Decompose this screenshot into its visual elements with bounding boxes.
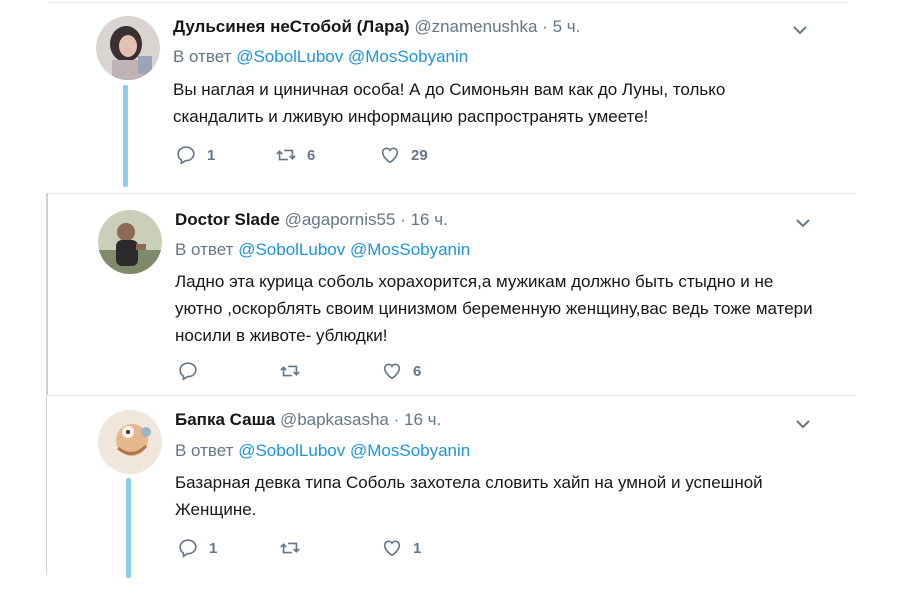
avatar[interactable] bbox=[98, 210, 162, 274]
display-name[interactable]: Doctor Slade bbox=[175, 210, 280, 229]
left-border bbox=[46, 193, 48, 395]
like-icon bbox=[383, 363, 401, 380]
retweet-icon bbox=[280, 542, 300, 554]
avatar-image bbox=[98, 210, 162, 274]
reply-context: В ответ @SobolLubov @MosSobyanin bbox=[173, 47, 468, 67]
like-count: 29 bbox=[411, 146, 428, 164]
tweet-text: Базарная девка типа Соболь захотела слов… bbox=[175, 473, 763, 519]
timestamp[interactable]: 16 ч. bbox=[404, 410, 441, 429]
tweet-header: Дульсинея неСтобой (Лара) @znamenushka ·… bbox=[173, 17, 580, 37]
retweet-count: 6 bbox=[307, 146, 316, 164]
tweet-header: Бапка Саша @bapkasasha · 16 ч. bbox=[175, 410, 441, 430]
reply-icon bbox=[179, 539, 197, 558]
like-count: 1 bbox=[413, 539, 422, 557]
avatar-image bbox=[96, 16, 160, 80]
mention-link[interactable]: @SobolLubov bbox=[236, 47, 343, 66]
like-count: 6 bbox=[413, 362, 422, 380]
handle[interactable]: @znamenushka bbox=[414, 17, 537, 36]
mention-link[interactable]: @SobolLubov bbox=[238, 441, 345, 460]
mention-link[interactable]: @MosSobyanin bbox=[350, 441, 470, 460]
retweet-icon bbox=[280, 365, 300, 377]
mention-link[interactable]: @MosSobyanin bbox=[348, 47, 468, 66]
reply-button[interactable] bbox=[177, 360, 209, 382]
like-icon bbox=[381, 147, 399, 164]
mention-link[interactable]: @SobolLubov bbox=[238, 240, 345, 259]
reply-button[interactable]: 1 bbox=[177, 537, 217, 559]
reply-button[interactable]: 1 bbox=[175, 144, 215, 166]
like-button[interactable]: 29 bbox=[379, 144, 428, 166]
tweet-header: Doctor Slade @agapornis55 · 16 ч. bbox=[175, 210, 448, 230]
display-name[interactable]: Бапка Саша bbox=[175, 410, 275, 429]
chevron-down-icon[interactable] bbox=[796, 419, 810, 429]
reply-prefix: В ответ bbox=[175, 240, 234, 259]
dot-separator: · bbox=[393, 410, 400, 429]
chevron-down-icon[interactable] bbox=[796, 218, 810, 228]
reply-context: В ответ @SobolLubov @MosSobyanin bbox=[175, 441, 470, 461]
like-button[interactable]: 6 bbox=[381, 360, 421, 382]
reply-icon bbox=[179, 362, 197, 381]
reply-prefix: В ответ bbox=[173, 47, 232, 66]
thread-line bbox=[123, 85, 128, 187]
separator-1 bbox=[48, 193, 856, 194]
handle[interactable]: @agapornis55 bbox=[285, 210, 396, 229]
like-button[interactable]: 1 bbox=[381, 537, 421, 559]
reply-count: 1 bbox=[209, 539, 218, 557]
separator-2 bbox=[48, 395, 856, 396]
left-border-bottom bbox=[46, 395, 47, 575]
retweet-icon bbox=[276, 149, 296, 161]
avatar-image bbox=[98, 410, 162, 474]
reply-prefix: В ответ bbox=[175, 441, 234, 460]
display-name[interactable]: Дульсинея неСтобой (Лара) bbox=[173, 17, 410, 36]
reply-count: 1 bbox=[207, 146, 216, 164]
handle[interactable]: @bapkasasha bbox=[280, 410, 389, 429]
avatar[interactable] bbox=[98, 410, 162, 474]
retweet-button[interactable] bbox=[279, 360, 311, 382]
dot-separator: · bbox=[542, 17, 548, 36]
avatar[interactable] bbox=[96, 16, 160, 80]
mention-link[interactable]: @MosSobyanin bbox=[350, 240, 470, 259]
like-icon bbox=[383, 540, 401, 557]
timestamp[interactable]: 16 ч. bbox=[411, 210, 448, 229]
dot-separator: · bbox=[400, 210, 406, 229]
thread-line bbox=[126, 478, 131, 578]
retweet-button[interactable]: 6 bbox=[275, 144, 315, 166]
separator-top bbox=[48, 2, 848, 3]
reply-context: В ответ @SobolLubov @MosSobyanin bbox=[175, 240, 470, 260]
retweet-button[interactable] bbox=[279, 537, 311, 559]
timestamp[interactable]: 5 ч. bbox=[553, 17, 581, 36]
tweet-text: Вы наглая и циничная особа! А до Симонья… bbox=[173, 80, 726, 126]
tweet-text: Ладно эта курица соболь хорахорится,а му… bbox=[175, 272, 813, 345]
chevron-down-icon[interactable] bbox=[793, 25, 807, 35]
reply-icon bbox=[177, 146, 195, 165]
